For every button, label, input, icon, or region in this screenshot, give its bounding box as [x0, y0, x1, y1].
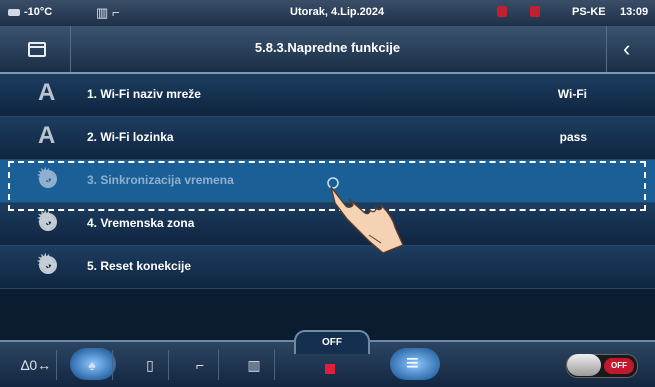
tap-button[interactable]: ⌐ — [182, 350, 219, 380]
outdoor-temperature: -10°C — [8, 6, 52, 18]
letter-a-icon: A — [38, 122, 56, 149]
radiator-icon: ▥ — [247, 357, 261, 373]
page-title: 5.8.3.Napredne funkcije — [254, 40, 401, 55]
mode-icon: ∆0↔ — [20, 357, 52, 373]
screen: -10°C ▥ ⌐ Utorak, 4.Lip.2024 PS-KE 13:09… — [0, 0, 655, 387]
status-bar: -10°C ▥ ⌐ Utorak, 4.Lip.2024 PS-KE 13:09 — [0, 0, 655, 27]
tap-icon: ⌐ — [112, 5, 120, 20]
menu-item-label: 1. Wi-Fi naziv mreže — [87, 87, 201, 101]
power-toggle[interactable]: OFF — [566, 354, 638, 378]
alarm-icon — [497, 6, 507, 17]
tank-icon: ▯ — [146, 357, 154, 373]
letter-a-icon: A — [38, 79, 56, 106]
user-label: PS-KE — [572, 6, 606, 18]
menu-item-value: Wi-Fi — [557, 87, 587, 101]
flame-icon: ♠ — [88, 357, 96, 373]
date-text: Utorak, 4.Lip.2024 — [290, 6, 385, 18]
menu-item-label: 4. Vremenska zona — [87, 216, 195, 230]
back-button[interactable]: ‹ — [606, 26, 655, 72]
header: 5.8.3.Napredne funkcije ‹ — [0, 26, 655, 74]
tank-button[interactable]: ▯ — [132, 350, 169, 380]
toggle-off-label: OFF — [604, 358, 634, 374]
pointing-hand-icon — [327, 177, 404, 254]
boiler-icon: ▥ — [96, 5, 109, 20]
gear-icon — [36, 249, 57, 275]
menu-item-label: 5. Reset konekcije — [87, 259, 192, 273]
off-label: OFF — [322, 337, 342, 348]
toggle-knob — [567, 354, 601, 376]
stop-indicator — [325, 364, 335, 374]
off-status-tab[interactable]: OFF — [294, 330, 370, 354]
menu-item-label: 3. Sinkronizacija vremena — [87, 173, 234, 187]
gear-icon — [36, 206, 57, 232]
heater-icon — [530, 6, 540, 17]
flame-button[interactable]: ♠ — [72, 350, 113, 380]
clock-time: 13:09 — [620, 6, 649, 18]
menu-item-label: 2. Wi-Fi lozinka — [87, 130, 174, 144]
menu-item-wifi-password[interactable]: A 2. Wi-Fi lozinka pass — [0, 117, 655, 160]
menu-button[interactable] — [390, 348, 440, 380]
menu-item-wifi-name[interactable]: A 1. Wi-Fi naziv mreže Wi-Fi — [0, 74, 655, 117]
radiator-button[interactable]: ▥ — [234, 350, 275, 380]
chevron-left-icon: ‹ — [623, 36, 631, 61]
gear-icon — [36, 163, 57, 189]
tap-icon: ⌐ — [195, 357, 205, 373]
menu-item-value: pass — [559, 130, 587, 144]
mode-button[interactable]: ∆0↔ — [16, 350, 57, 380]
